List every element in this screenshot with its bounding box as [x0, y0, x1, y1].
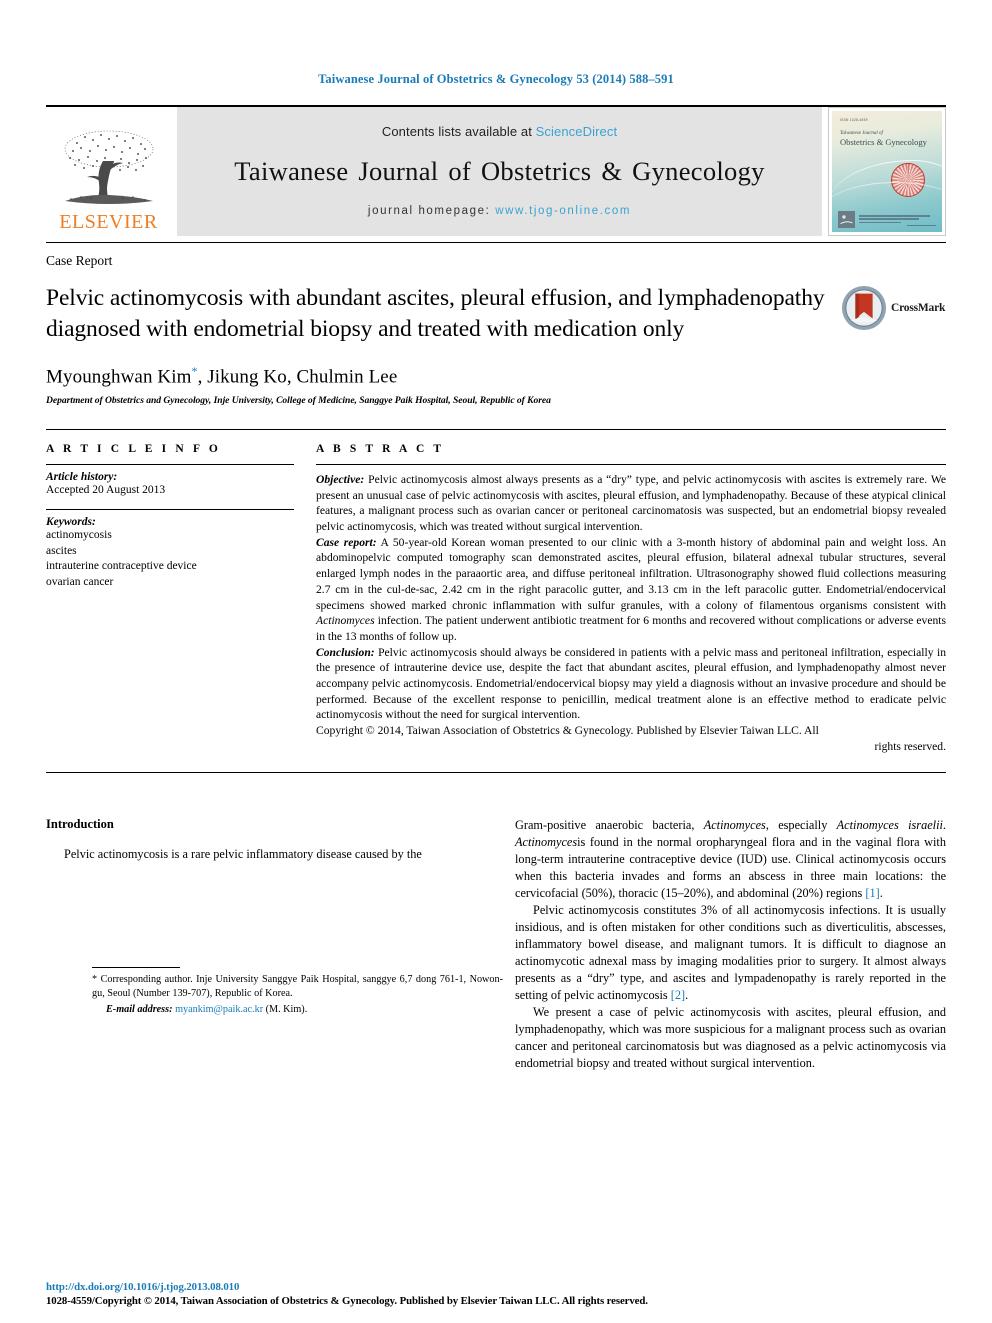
email-suffix: (M. Kim). — [263, 1003, 308, 1015]
corresponding-text: Corresponding author. Inje University Sa… — [92, 974, 503, 1000]
abstract-objective-label: Objective: — [316, 472, 365, 486]
journal-homepage-line: journal homepage: www.tjog-online.com — [368, 205, 631, 217]
article-history-label: Article history: — [46, 470, 118, 483]
abstract-conclusion-text: Pelvic actinomycosis should always be co… — [316, 645, 946, 722]
email-link[interactable]: myankim@paik.ac.kr — [175, 1004, 263, 1015]
journal-masthead: ELSEVIER Contents lists available at Sci… — [46, 105, 946, 236]
crossmark-badge[interactable]: CrossMark — [841, 283, 946, 331]
abstract-bottom-rule — [46, 771, 946, 773]
homepage-prefix: journal homepage: — [367, 205, 496, 217]
introduction-paragraph-3: We present a case of pelvic actinomycosi… — [515, 1004, 946, 1070]
abstract-copyright: Copyright © 2014, Taiwan Association of … — [316, 723, 946, 754]
cover-footer — [838, 211, 936, 228]
page-footer: http://dx.doi.org/10.1016/j.tjog.2013.08… — [46, 1281, 946, 1307]
corresponding-author-note: * Corresponding author. Inje University … — [92, 973, 503, 1001]
contents-lists-line: Contents lists available at ScienceDirec… — [382, 124, 617, 139]
crossmark-icon — [841, 285, 887, 331]
article-info-abstract-block: A R T I C L E I N F O Article history: A… — [46, 428, 946, 755]
journal-band: Contents lists available at ScienceDirec… — [177, 107, 822, 236]
keyword-item: intrauterine contraceptive device — [46, 560, 197, 573]
author-others: , Jikung Ko, Chulmin Lee — [197, 365, 398, 387]
title-block: Case Report Pelvic actinomycosis with ab… — [46, 242, 946, 406]
abstract-objective-text: Pelvic actinomycosis almost always prese… — [316, 472, 946, 533]
abstract-objective: Objective: Pelvic actinomycosis almost a… — [316, 472, 946, 535]
abstract-copyright-main: Copyright © 2014, Taiwan Association of … — [316, 724, 819, 738]
footnote-zone: * Corresponding author. Inje University … — [92, 967, 503, 1017]
abstract-case-label: Case report: — [316, 535, 377, 549]
abstract-case-italic: Actinomyces — [316, 614, 375, 628]
intro-p1-a: Pelvic actinomycosis is a rare pelvic in… — [64, 846, 422, 861]
journal-title: Taiwanese Journal of Obstetrics & Gyneco… — [234, 156, 765, 186]
intro-p2-b: . — [685, 987, 689, 1002]
elsevier-logo: ELSEVIER — [46, 107, 171, 236]
cover-issn-label: ISSN 1028-4559 — [840, 118, 868, 122]
keywords-label: Keywords: — [46, 515, 96, 528]
section-heading-introduction: Introduction — [46, 816, 114, 831]
running-head: Taiwanese Journal of Obstetrics & Gyneco… — [318, 72, 674, 86]
intro-p2-a: Pelvic actinomycosis constitutes 3% of a… — [515, 902, 946, 1002]
affiliation: Department of Obstetrics and Gynecology,… — [46, 394, 551, 406]
journal-cover-thumbnail[interactable]: ISSN 1028-4559 Taiwanese Journal of Obst… — [828, 107, 946, 236]
elsevier-wordmark: ELSEVIER — [59, 211, 158, 233]
body-columns: Introduction Pelvic actinomycosis is a r… — [46, 817, 946, 1072]
contents-prefix: Contents lists available at — [381, 124, 536, 139]
author-primary: Myounghwan Kim — [46, 365, 192, 387]
article-type-label: Case Report — [46, 253, 113, 268]
introduction-paragraph-1-overflow: Gram-positive anaerobic bacteria, Actino… — [515, 817, 947, 900]
introduction-paragraph-1: Pelvic actinomycosis is a rare pelvic in… — [46, 846, 477, 863]
page-title: Pelvic actinomycosis with abundant ascit… — [46, 285, 825, 342]
body-column-left: Introduction Pelvic actinomycosis is a r… — [46, 816, 503, 1072]
cover-title: Taiwanese Journal of Obstetrics & Gyneco… — [840, 131, 936, 148]
cover-title-line2: Obstetrics & Gynecology — [840, 137, 927, 148]
article-history-group: Article history: Accepted 20 August 2013 — [46, 465, 294, 509]
doi-link[interactable]: http://dx.doi.org/10.1016/j.tjog.2013.08… — [46, 1281, 946, 1293]
body-column-right: Gram-positive anaerobic bacteria, Actino… — [515, 817, 946, 1072]
abstract-conclusion: Conclusion: Pelvic actinomycosis should … — [316, 645, 946, 724]
abstract-case-text-1: A 50-year-old Korean woman presented to … — [316, 535, 947, 612]
abstract-body: Objective: Pelvic actinomycosis almost a… — [316, 465, 946, 755]
citation-link-2[interactable]: [2] — [671, 988, 685, 1002]
sciencedirect-link[interactable]: ScienceDirect — [536, 124, 618, 139]
email-label: E-mail address: — [106, 1003, 173, 1015]
cover-elsevier-icon — [838, 211, 855, 228]
abstract-case-report: Case report: A 50-year-old Korean woman … — [316, 535, 946, 645]
keywords-group: Keywords: actinomycosis ascites intraute… — [46, 508, 294, 601]
article-history-value: Accepted 20 August 2013 — [46, 483, 166, 496]
author-list: Myounghwan Kim*, Jikung Ko, Chulmin Lee — [46, 364, 946, 388]
issn-copyright-line: 1028-4559/Copyright © 2014, Taiwan Assoc… — [46, 1295, 648, 1307]
elsevier-tree-icon — [64, 130, 153, 204]
abstract-conclusion-label: Conclusion: — [316, 645, 375, 659]
footnote-rule — [92, 967, 180, 969]
email-note: E-mail address: myankim@paik.ac.kr (M. K… — [92, 1003, 503, 1017]
introduction-paragraph-2: Pelvic actinomycosis constitutes 3% of a… — [515, 902, 946, 1004]
abstract-column: A B S T R A C T Objective: Pelvic actino… — [316, 443, 946, 755]
article-page: Taiwanese Journal of Obstetrics & Gyneco… — [0, 0, 992, 1323]
abstract-copyright-last: rights reserved. — [874, 739, 946, 753]
keyword-item: ascites — [46, 544, 77, 557]
crossmark-label: CrossMark — [891, 302, 946, 314]
cover-footer-text — [859, 215, 936, 228]
article-info-heading: A R T I C L E I N F O — [46, 442, 221, 455]
journal-homepage-link[interactable]: www.tjog-online.com — [495, 205, 631, 217]
abstract-heading: A B S T R A C T — [316, 442, 445, 455]
keyword-item: actinomycosis — [46, 528, 112, 541]
article-info-column: A R T I C L E I N F O Article history: A… — [46, 443, 316, 755]
abstract-case-text-2: infection. The patient underwent antibio… — [316, 614, 946, 643]
keyword-item: ovarian cancer — [46, 576, 114, 589]
